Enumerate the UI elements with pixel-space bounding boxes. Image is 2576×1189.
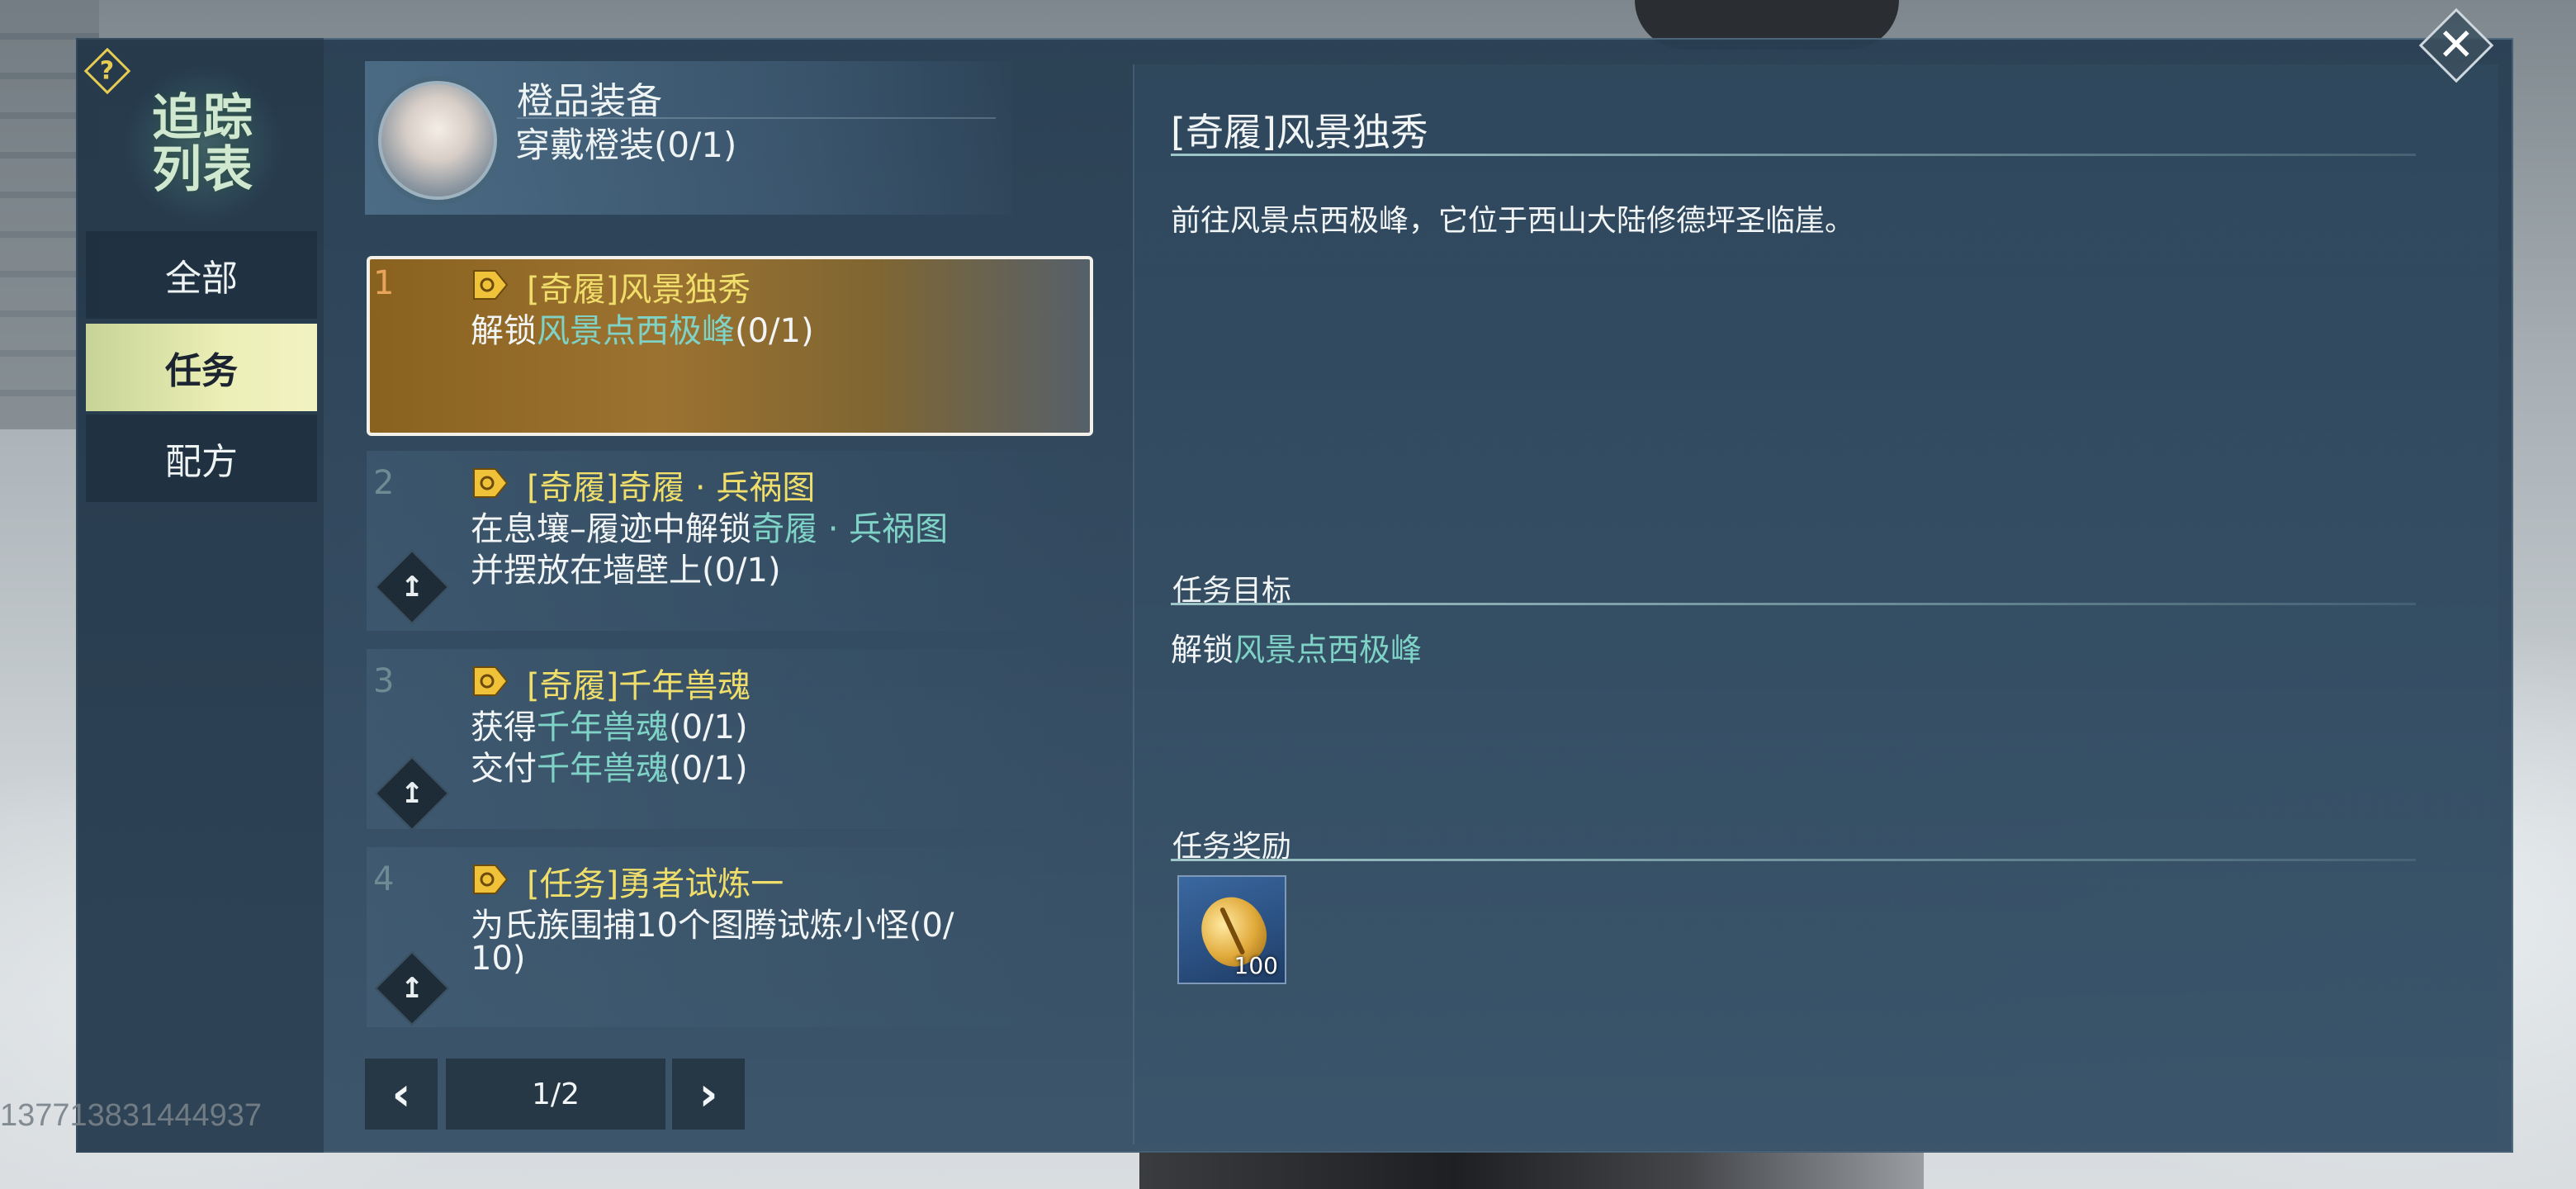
sidebar-title: 追踪 列表 xyxy=(121,66,286,223)
quest-tag-icon xyxy=(473,666,509,696)
avatar xyxy=(378,81,497,200)
detail-divider xyxy=(1171,154,2416,156)
sidebar-item-tasks[interactable]: 任务 xyxy=(86,324,317,411)
sidebar-item-recipes[interactable]: 配方 xyxy=(86,414,317,502)
detail-description: 前往风景点西极峰，它位于西山大陆修德坪圣临崖。 xyxy=(1171,204,1855,238)
pin-to-top-button[interactable]: ↥ xyxy=(374,756,450,831)
equipment-subtitle: 穿戴橙装(0/1) xyxy=(515,125,737,165)
pin-top-icon: ↥ xyxy=(400,571,424,604)
quest-tag-icon xyxy=(473,865,509,894)
quest-number: 4 xyxy=(373,860,395,898)
quest-objective-line2: 并摆放在墙壁上(0/1) xyxy=(471,552,781,590)
quest-number: 1 xyxy=(373,264,395,302)
pin-top-icon: ↥ xyxy=(400,777,424,810)
objective-target: 风景点西极峰 xyxy=(537,312,735,350)
close-icon: ✕ xyxy=(2437,19,2475,71)
objective-progress: (0/1) xyxy=(669,750,748,788)
reward-divider xyxy=(1171,859,2416,861)
prev-page-button[interactable]: ‹ xyxy=(365,1059,438,1130)
quest-number: 3 xyxy=(373,662,395,700)
reward-item[interactable]: 100 xyxy=(1177,875,1286,984)
pin-to-top-button[interactable]: ↥ xyxy=(374,950,450,1026)
chevron-left-icon: ‹ xyxy=(391,1067,411,1121)
pin-top-icon: ↥ xyxy=(400,972,424,1005)
quest-objective: 为氏族围捕10个图腾试炼小怪(0/ xyxy=(471,907,954,945)
equipment-title: 橙品装备 xyxy=(517,80,662,122)
user-id-watermark: 13771383144493​7 xyxy=(0,1098,263,1133)
sidebar-title-line1: 追踪 xyxy=(152,89,254,147)
sidebar-item-all[interactable]: 全部 xyxy=(86,231,317,319)
quest-tag-icon xyxy=(473,270,509,300)
objective-divider xyxy=(1171,603,2416,605)
objective-text: 解锁 xyxy=(471,312,537,350)
reward-count: 100 xyxy=(1234,952,1278,979)
objective-text: 交付 xyxy=(471,750,537,788)
next-page-button[interactable]: › xyxy=(672,1059,745,1130)
objective-target: 风景点西极峰 xyxy=(1234,632,1423,668)
objective-text: 解锁 xyxy=(1171,632,1234,668)
objective-target: 奇履 · 兵祸图 xyxy=(751,510,949,548)
quest-objective-line2: 交付千年兽魂(0/1) xyxy=(471,741,748,789)
detail-title: [奇履]风景独秀 xyxy=(1171,110,1428,154)
quest-objective-line2: 10) xyxy=(471,940,526,978)
detail-objective: 解锁风景点西极峰 xyxy=(1171,624,1422,670)
help-button[interactable]: ? xyxy=(83,47,131,95)
close-button[interactable]: ✕ xyxy=(2418,7,2494,83)
quest-number: 2 xyxy=(373,464,395,502)
pin-to-top-button[interactable]: ↥ xyxy=(374,549,450,625)
sidebar-title-line2: 列表 xyxy=(152,141,254,199)
page-indicator: 1/2 xyxy=(446,1059,665,1130)
background-rocks xyxy=(1139,1152,1924,1189)
chevron-right-icon: › xyxy=(698,1067,718,1121)
help-icon: ? xyxy=(83,47,131,95)
quest-objective: 解锁风景点西极峰(0/1) xyxy=(471,304,814,352)
objective-progress: (0/1) xyxy=(735,312,814,350)
objective-target: 千年兽魂 xyxy=(537,750,669,788)
quest-tag-icon xyxy=(473,468,509,498)
